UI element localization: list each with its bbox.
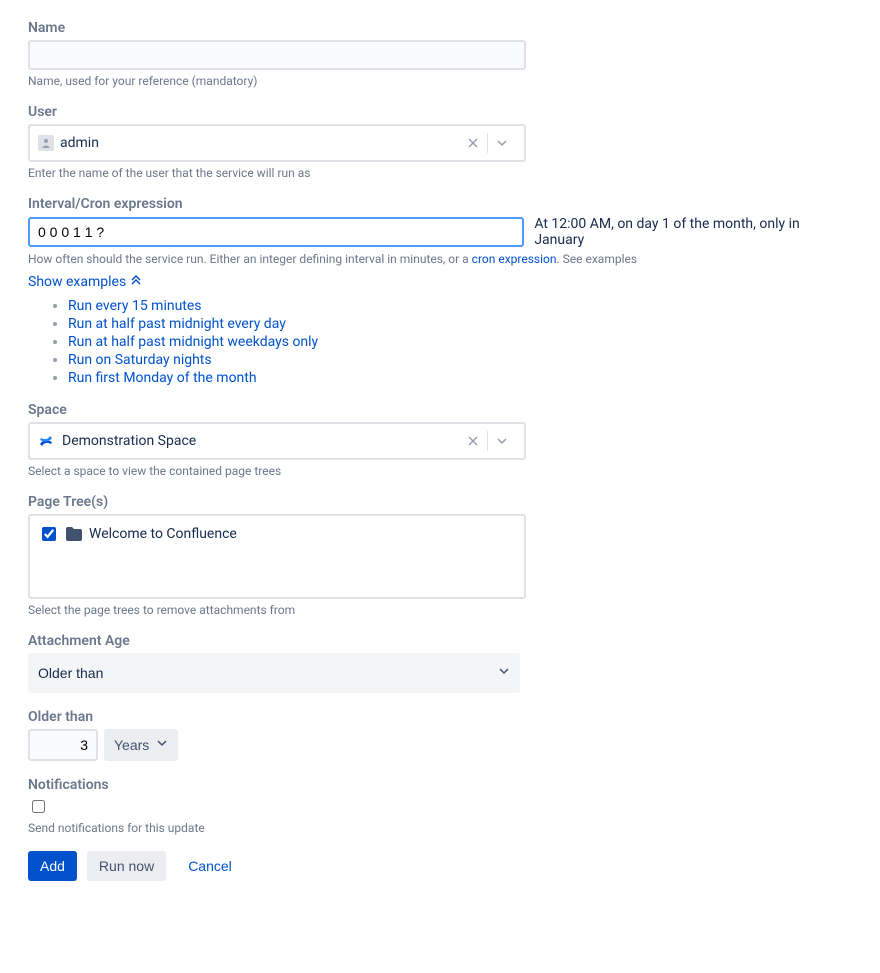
cancel-button[interactable]: Cancel [176,851,244,881]
space-select[interactable]: Demonstration Space [28,422,526,460]
space-label: Space [28,402,852,418]
user-avatar-icon [38,135,54,151]
examples-list: Run every 15 minutes Run at half past mi… [28,298,852,386]
page-trees-box: Welcome to Confluence [28,514,526,599]
cron-description: At 12:00 AM, on day 1 of the month, only… [534,216,852,248]
space-clear-icon[interactable] [459,424,487,458]
space-caret-icon[interactable] [488,424,516,458]
attachment-age-select[interactable]: Older than [28,653,520,693]
page-tree-item[interactable]: Welcome to Confluence [38,524,516,544]
user-label: User [28,104,852,120]
name-label: Name [28,20,852,36]
interval-help: How often should the service run. Either… [28,252,852,266]
older-than-value-input[interactable] [28,729,98,761]
user-select[interactable]: admin [28,124,526,162]
older-than-label: Older than [28,709,852,725]
attachment-age-label: Attachment Age [28,633,852,649]
cron-input[interactable] [28,217,524,247]
example-link[interactable]: Run every 15 minutes [68,298,202,314]
chevron-double-up-icon [130,274,142,290]
example-link[interactable]: Run on Saturday nights [68,352,212,368]
page-tree-item-label: Welcome to Confluence [89,526,237,542]
add-button[interactable]: Add [28,851,77,881]
example-link[interactable]: Run at half past midnight weekdays only [68,334,318,350]
space-value: Demonstration Space [62,433,459,449]
page-trees-label: Page Tree(s) [28,494,852,510]
example-link[interactable]: Run at half past midnight every day [68,316,286,332]
example-link[interactable]: Run first Monday of the month [68,370,257,386]
user-caret-icon[interactable] [488,126,516,160]
notifications-label: Notifications [28,777,852,793]
user-value: admin [60,135,459,151]
name-input[interactable] [28,40,526,70]
name-help: Name, used for your reference (mandatory… [28,74,852,88]
user-help: Enter the name of the user that the serv… [28,166,852,180]
confluence-icon [38,433,54,449]
show-examples-toggle[interactable]: Show examples [28,274,142,290]
older-than-unit-select[interactable]: Years [104,729,178,761]
page-trees-help: Select the page trees to remove attachme… [28,603,852,617]
notifications-help: Send notifications for this update [28,821,852,835]
page-tree-checkbox[interactable] [42,527,56,541]
notifications-checkbox[interactable] [32,800,45,813]
space-help: Select a space to view the contained pag… [28,464,852,478]
interval-label: Interval/Cron expression [28,196,852,212]
user-clear-icon[interactable] [459,126,487,160]
folder-icon [65,526,83,542]
cron-expression-link[interactable]: cron expression [472,252,557,266]
run-now-button[interactable]: Run now [87,851,166,881]
